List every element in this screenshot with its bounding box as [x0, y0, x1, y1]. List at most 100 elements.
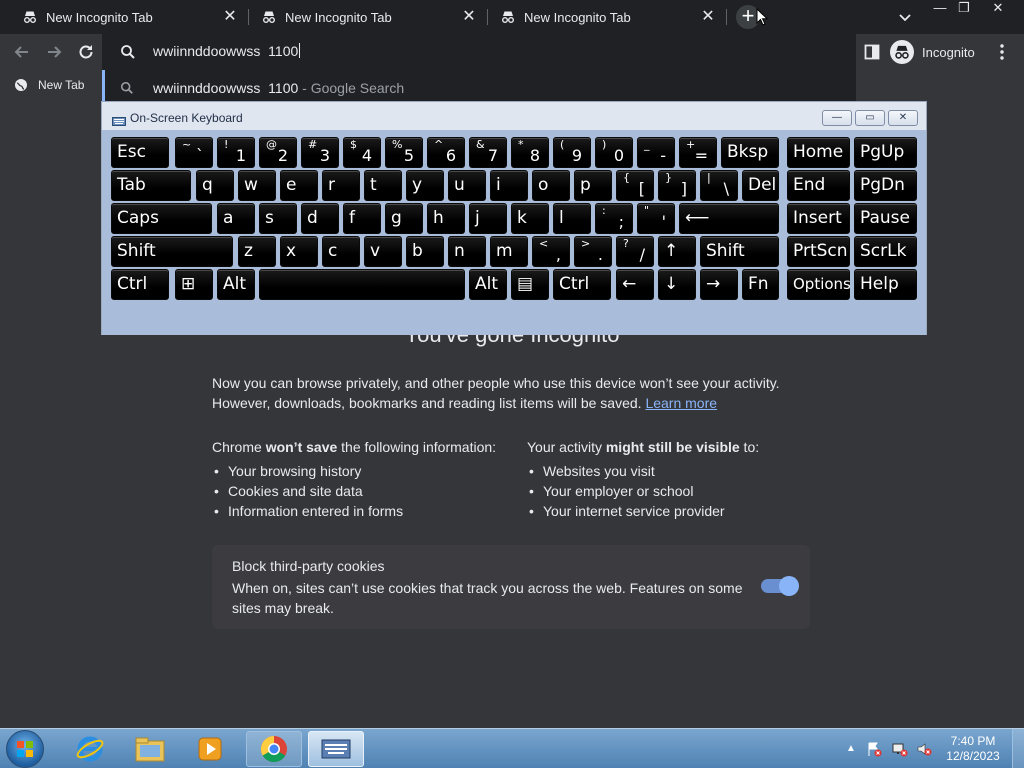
osk-key-esc[interactable]: Esc	[111, 137, 169, 168]
system-clock[interactable]: 7:40 PM 12/8/2023	[940, 734, 1006, 764]
side-panel-icon[interactable]	[864, 44, 880, 60]
osk-key-symbol[interactable]: {[	[616, 170, 654, 201]
close-icon[interactable]: ✕	[222, 9, 238, 25]
learn-more-link[interactable]: Learn more	[645, 395, 717, 411]
osk-key-p[interactable]: p	[574, 170, 612, 201]
osk-close-button[interactable]: ✕	[888, 110, 918, 126]
osk-key-j[interactable]: j	[469, 203, 507, 234]
block-cookies-toggle[interactable]	[761, 576, 799, 596]
osk-key-home[interactable]: Home	[787, 137, 850, 168]
osk-key-symbol[interactable]: ? /	[616, 236, 654, 267]
osk-key-4[interactable]: $4	[343, 137, 381, 168]
osk-key-w[interactable]: w	[238, 170, 276, 201]
more-menu-icon[interactable]	[996, 43, 1008, 61]
osk-key-del[interactable]: Del	[742, 170, 779, 201]
osk-key-symbol[interactable]: " '	[637, 203, 675, 234]
osk-key-h[interactable]: h	[427, 203, 465, 234]
osk-key-space[interactable]	[259, 269, 465, 300]
close-icon[interactable]: ✕	[700, 9, 716, 25]
address-bar[interactable]: wwiinnddoowwss 1100	[102, 34, 856, 70]
osk-key-l[interactable]: l	[553, 203, 591, 234]
tab-2[interactable]: New Incognito Tab ✕	[239, 0, 487, 34]
osk-key-y[interactable]: y	[406, 170, 444, 201]
osk-key-windows[interactable]: ⊞	[175, 269, 213, 300]
osk-key-symbol[interactable]: >.	[574, 236, 612, 267]
osk-key-1[interactable]: ! 1	[217, 137, 255, 168]
network-icon[interactable]	[892, 741, 908, 757]
action-center-flag-icon[interactable]	[866, 741, 882, 757]
incognito-profile-button[interactable]: Incognito	[890, 39, 975, 65]
osk-key-5[interactable]: % 5	[385, 137, 423, 168]
osk-key-t[interactable]: t	[364, 170, 402, 201]
show-hidden-icons-arrow-icon[interactable]: ▲	[846, 743, 856, 754]
osk-key-alt[interactable]: Alt	[217, 269, 255, 300]
volume-muted-icon[interactable]	[916, 741, 932, 757]
osk-key-u[interactable]: u	[448, 170, 486, 201]
osk-key-n[interactable]: n	[448, 236, 486, 267]
osk-key-prtscn[interactable]: PrtScn	[787, 236, 850, 267]
osk-key-m[interactable]: m	[490, 236, 528, 267]
osk-key-b[interactable]: b	[406, 236, 444, 267]
show-desktop-button[interactable]	[1012, 729, 1024, 768]
osk-key-ctrl[interactable]: Ctrl	[553, 269, 611, 300]
osk-key-o[interactable]: o	[532, 170, 570, 201]
osk-key-k[interactable]: k	[511, 203, 549, 234]
osk-key-alt[interactable]: Alt	[469, 269, 507, 300]
close-icon[interactable]: ✕	[461, 9, 477, 25]
osk-key-q[interactable]: q	[196, 170, 234, 201]
close-window-button[interactable]: ✕	[986, 0, 1010, 16]
osk-key-2[interactable]: @2	[259, 137, 297, 168]
osk-key-symbol[interactable]: | \	[700, 170, 738, 201]
address-input[interactable]: wwiinnddoowwss 1100	[153, 43, 301, 59]
osk-key-pgdn[interactable]: PgDn	[854, 170, 917, 201]
tab-search-chevron-icon[interactable]	[897, 9, 913, 25]
osk-key-right-arrow[interactable]: →	[700, 269, 738, 300]
osk-key-r[interactable]: r	[322, 170, 360, 201]
back-button[interactable]	[12, 42, 32, 62]
osk-key-shift[interactable]: Shift	[700, 236, 779, 267]
osk-key-help[interactable]: Help	[854, 269, 917, 300]
osk-key-i[interactable]: i	[490, 170, 528, 201]
osk-restore-button[interactable]: ▭	[855, 110, 885, 126]
osk-key-v[interactable]: v	[364, 236, 402, 267]
taskbar-on-screen-keyboard[interactable]	[308, 731, 364, 767]
osk-key-menu[interactable]: ▤	[511, 269, 549, 300]
osk-key-fn[interactable]: Fn	[742, 269, 779, 300]
tab-1[interactable]: New Incognito Tab ✕	[0, 0, 248, 34]
osk-key-x[interactable]: x	[280, 236, 318, 267]
tab-3-active[interactable]: New Incognito Tab ✕	[478, 0, 726, 34]
osk-key-pgup[interactable]: PgUp	[854, 137, 917, 168]
osk-key-6[interactable]: ^ 6	[427, 137, 465, 168]
taskbar-internet-explorer[interactable]	[62, 731, 118, 767]
osk-key-down-arrow[interactable]: ↓	[658, 269, 696, 300]
taskbar-media-player[interactable]	[182, 731, 238, 767]
osk-key-ctrl[interactable]: Ctrl	[111, 269, 169, 300]
osk-key-7[interactable]: & 7	[469, 137, 507, 168]
osk-title-bar[interactable]: On-Screen Keyboard — ▭ ✕	[102, 102, 926, 130]
osk-key-bksp[interactable]: Bksp	[721, 137, 779, 168]
osk-key-0[interactable]: ) 0	[595, 137, 633, 168]
osk-key-c[interactable]: c	[322, 236, 360, 267]
osk-key-options[interactable]: Options	[787, 269, 851, 300]
osk-key-symbol[interactable]: }]	[658, 170, 696, 201]
osk-key-f[interactable]: f	[343, 203, 381, 234]
osk-key-symbol[interactable]: :;	[595, 203, 633, 234]
forward-button[interactable]	[44, 42, 64, 62]
osk-key-8[interactable]: * 8	[511, 137, 549, 168]
osk-key-pause[interactable]: Pause	[854, 203, 917, 234]
minimize-button[interactable]: —	[928, 0, 952, 16]
osk-key-e[interactable]: e	[280, 170, 318, 201]
bookmark-new-tab[interactable]: New Tab	[14, 75, 84, 95]
osk-minimize-button[interactable]: —	[822, 110, 852, 126]
osk-key-9[interactable]: (9	[553, 137, 591, 168]
osk-key-d[interactable]: d	[301, 203, 339, 234]
reload-button[interactable]	[76, 42, 96, 62]
osk-key-z[interactable]: z	[238, 236, 276, 267]
osk-key-symbol[interactable]: _ -	[637, 137, 675, 168]
osk-key-enter[interactable]: ⟵	[679, 203, 779, 234]
taskbar-file-explorer[interactable]	[122, 731, 178, 767]
osk-key-caps[interactable]: Caps	[111, 203, 212, 234]
osk-key-symbol[interactable]: <,	[532, 236, 570, 267]
osk-key-end[interactable]: End	[787, 170, 850, 201]
osk-key-shift[interactable]: Shift	[111, 236, 233, 267]
